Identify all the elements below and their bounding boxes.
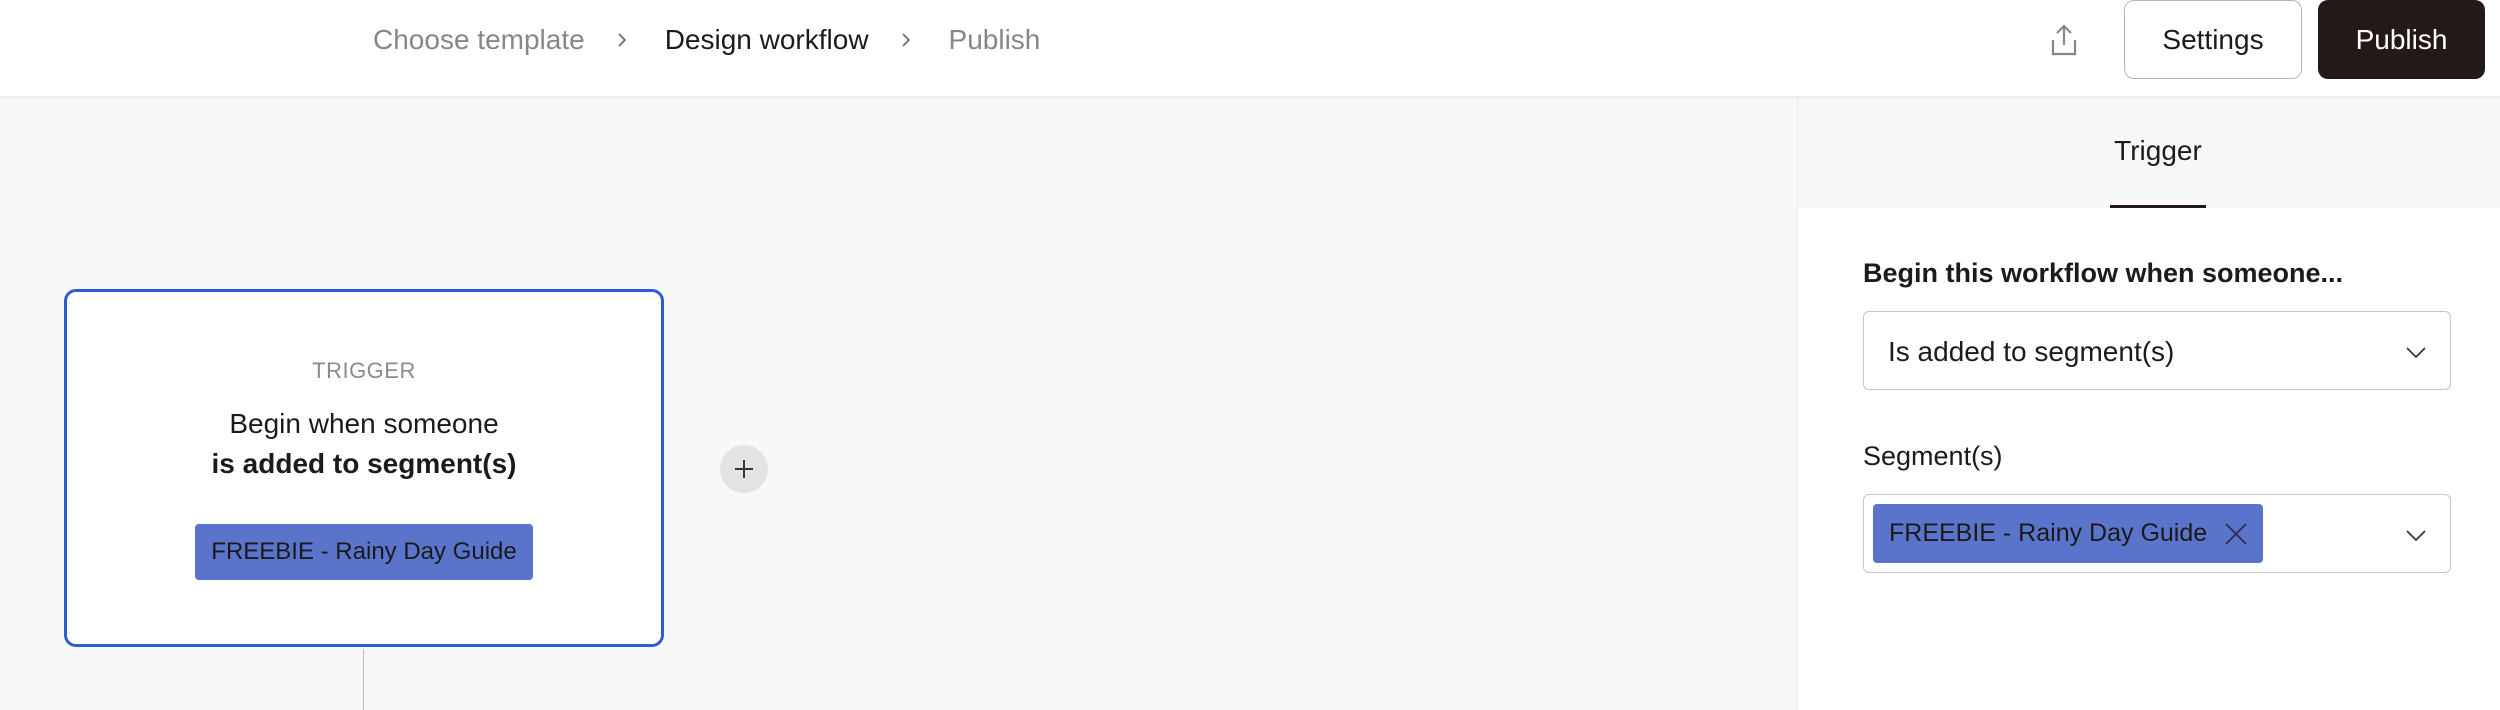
trigger-card[interactable]: TRIGGER Begin when someone is added to s… <box>64 289 664 647</box>
remove-segment-button[interactable] <box>2221 519 2251 549</box>
chevron-down-icon <box>2404 523 2428 547</box>
breadcrumb-publish[interactable]: Publish <box>949 24 1041 56</box>
chevron-right-icon <box>899 33 913 47</box>
top-bar: Choose template Design workflow Publish … <box>0 0 2500 96</box>
connector-line <box>363 649 364 710</box>
trigger-settings-panel: Trigger Begin this workflow when someone… <box>1797 96 2500 710</box>
share-button[interactable] <box>2040 16 2088 64</box>
chevron-down-icon <box>2404 340 2428 364</box>
tab-trigger[interactable]: Trigger <box>2110 96 2206 208</box>
breadcrumb: Choose template Design workflow Publish <box>373 0 1040 80</box>
breadcrumb-choose-template[interactable]: Choose template <box>373 24 585 56</box>
trigger-event-value: Is added to segment(s) <box>1888 335 2175 367</box>
share-icon <box>2051 24 2077 56</box>
trigger-card-segment-tag: FREEBIE - Rainy Day Guide <box>195 524 533 580</box>
close-icon <box>2225 522 2247 545</box>
settings-button[interactable]: Settings <box>2124 0 2302 79</box>
trigger-card-condition: is added to segment(s) <box>211 448 517 479</box>
add-step-button[interactable] <box>720 445 768 493</box>
workflow-canvas[interactable]: TRIGGER Begin when someone is added to s… <box>0 96 1797 710</box>
segment-chip-label: FREEBIE - Rainy Day Guide <box>1889 519 2208 547</box>
trigger-card-description: Begin when someone <box>229 408 499 439</box>
trigger-event-select[interactable]: Is added to segment(s) <box>1863 311 2451 390</box>
chevron-right-icon <box>615 33 629 47</box>
segment-chip: FREEBIE - Rainy Day Guide <box>1873 504 2264 563</box>
segments-select[interactable]: FREEBIE - Rainy Day Guide <box>1863 494 2451 573</box>
plus-icon <box>735 460 753 478</box>
segments-label: Segment(s) <box>1863 441 2003 471</box>
panel-tab-bar: Trigger <box>1798 96 2500 208</box>
publish-button[interactable]: Publish <box>2318 0 2485 79</box>
breadcrumb-design-workflow[interactable]: Design workflow <box>665 24 869 56</box>
trigger-card-eyebrow: TRIGGER <box>312 358 416 383</box>
begin-workflow-label: Begin this workflow when someone... <box>1863 258 2344 288</box>
